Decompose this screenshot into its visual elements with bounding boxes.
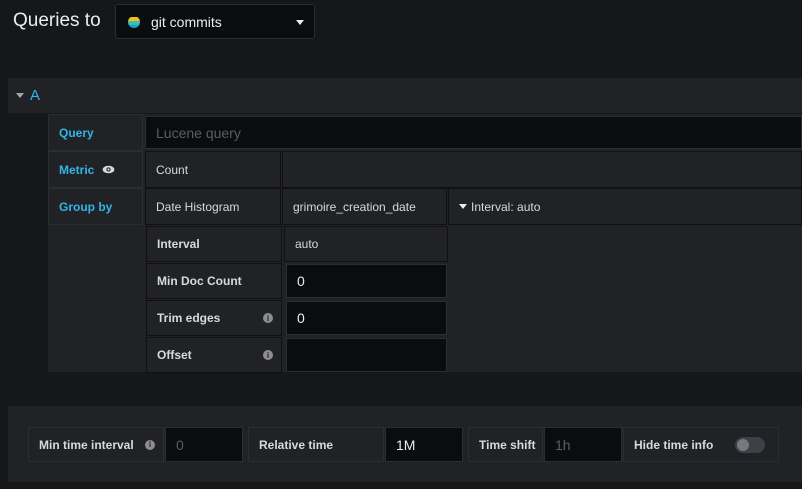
min-doc-count-label: Min Doc Count — [146, 263, 282, 299]
min-time-interval-input[interactable]: 0 — [165, 427, 243, 462]
collapse-caret-icon[interactable] — [16, 93, 24, 98]
elasticsearch-icon — [128, 16, 140, 28]
datasource-select[interactable]: git commits — [115, 4, 315, 39]
chevron-down-icon — [296, 20, 304, 25]
eye-icon[interactable] — [102, 165, 115, 174]
query-ref-id[interactable]: A — [30, 87, 40, 104]
offset-input[interactable] — [286, 338, 447, 372]
metric-filler — [282, 151, 802, 188]
hide-time-info-label: Hide time info — [623, 427, 779, 462]
query-row-header[interactable]: A — [8, 78, 802, 113]
queries-to-label: Queries to — [13, 10, 101, 31]
datasource-name: git commits — [151, 13, 222, 30]
group-by-type-select[interactable]: Date Histogram — [145, 188, 281, 225]
min-time-interval-label: Min time interval i — [28, 427, 164, 462]
metric-type-select[interactable]: Count — [145, 151, 281, 188]
time-shift-label: Time shift — [468, 427, 543, 462]
query-label: Query — [48, 114, 143, 151]
hide-time-info-toggle[interactable] — [735, 437, 765, 453]
toggle-knob — [737, 439, 749, 451]
info-icon[interactable]: i — [145, 439, 155, 450]
interval-label: Interval — [146, 226, 282, 262]
group-by-label: Group by — [48, 188, 143, 225]
lucene-query-input[interactable]: Lucene query — [145, 116, 802, 149]
caret-down-icon — [459, 204, 467, 209]
min-doc-count-input[interactable]: 0 — [286, 264, 447, 298]
interval-select[interactable]: auto — [284, 226, 448, 262]
offset-label: Offset i — [146, 337, 282, 373]
trim-edges-input[interactable]: 0 — [286, 301, 447, 335]
metric-label: Metric — [48, 151, 143, 188]
info-icon[interactable]: i — [263, 313, 273, 323]
time-shift-input[interactable]: 1h — [544, 427, 622, 462]
relative-time-input[interactable]: 1M — [385, 427, 463, 462]
interval-options-toggle[interactable]: Interval: auto — [448, 188, 802, 225]
info-icon[interactable]: i — [263, 350, 273, 360]
relative-time-label: Relative time — [248, 427, 384, 462]
trim-edges-label: Trim edges i — [146, 300, 282, 336]
group-by-field-select[interactable]: grimoire_creation_date — [282, 188, 447, 225]
